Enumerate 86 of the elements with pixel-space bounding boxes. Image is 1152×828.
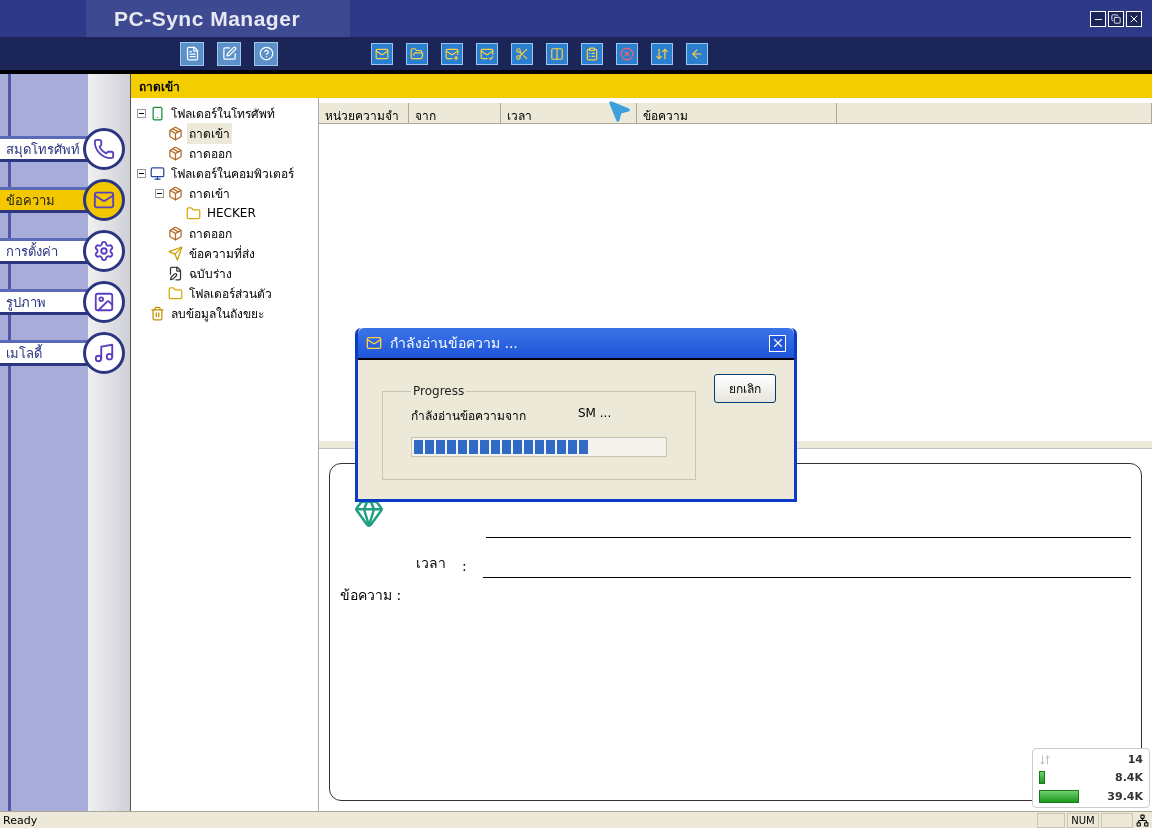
tree-item[interactable]: ข้อความที่ส่ง (187, 242, 257, 264)
tree-item[interactable]: โฟลเดอร์ในคอมพิวเตอร์ (169, 162, 296, 184)
expand-toggle[interactable] (137, 168, 146, 178)
restore-button[interactable] (1108, 11, 1124, 27)
close-icon (1128, 13, 1140, 25)
network-icon (1136, 813, 1149, 827)
progress-source: SM ... (578, 406, 612, 422)
nav-item[interactable]: สมุดโทรศัพท์ (0, 128, 125, 170)
arrows-icon (1039, 753, 1051, 766)
tree-item[interactable]: HECKER (205, 205, 258, 221)
mail-icon (366, 335, 382, 351)
folder-icon (168, 285, 183, 301)
field-separator: : (462, 558, 467, 576)
connection-count: 14 (1126, 753, 1143, 767)
cancel-button[interactable]: ยกเลิก (714, 374, 776, 403)
columns-button[interactable] (546, 42, 568, 65)
pointer-icon (606, 98, 632, 124)
clipboard-button[interactable] (581, 42, 603, 65)
melody-icon (93, 342, 115, 364)
edit-button[interactable] (217, 41, 241, 66)
nav-item[interactable]: รูปภาพ (0, 281, 125, 323)
tree-item[interactable]: ถาดเข้า (187, 182, 232, 204)
app-title: PC-Sync Manager (86, 0, 350, 37)
progress-status: กำลังอ่านข้อความจาก (411, 408, 526, 425)
clipboard-icon (585, 46, 599, 61)
back-button[interactable] (686, 42, 708, 65)
column-header[interactable]: จาก (409, 103, 501, 124)
settings-icon (93, 240, 115, 262)
upload-bar (1039, 771, 1045, 785)
status-text: Ready (2, 813, 38, 827)
expand-toggle[interactable] (137, 108, 146, 118)
message-label: ข้อความ : (340, 586, 403, 605)
mail-button[interactable] (371, 42, 393, 65)
phone-icon (150, 105, 165, 121)
trash-icon (150, 305, 165, 321)
column-header[interactable]: หน่วยความจำ (319, 103, 409, 124)
mail-icon (375, 46, 389, 61)
draft-icon (168, 265, 183, 281)
group-label: Progress (412, 384, 466, 398)
tree-item[interactable]: ถาดออก (187, 222, 234, 244)
folder-header: ถาดเข้า (131, 74, 1152, 98)
sent-icon (168, 245, 183, 261)
nav-item[interactable]: การตั้งค่า (0, 230, 125, 272)
edit-icon (221, 46, 237, 61)
mail-button[interactable] (476, 42, 498, 65)
mail-button[interactable] (441, 42, 463, 65)
folder-icon (410, 46, 424, 61)
expand-toggle[interactable] (155, 188, 164, 198)
folder-button[interactable] (406, 42, 428, 65)
tree-item[interactable]: ฉบับร่าง (187, 262, 234, 284)
arrows-icon (655, 46, 669, 61)
folder-icon (186, 205, 201, 221)
tree-item[interactable]: ถาดออก (187, 142, 234, 164)
num-lock-indicator: NUM (1067, 812, 1099, 828)
status-panel (1101, 812, 1133, 828)
status-panel (1037, 812, 1065, 828)
phonebook-icon (93, 138, 115, 160)
mail-icon (480, 46, 494, 61)
dialog-title: กำลังอ่านข้อความ ... (390, 334, 518, 353)
scissors-icon (515, 46, 529, 61)
arrows-button[interactable] (651, 42, 673, 65)
computer-icon (150, 165, 165, 181)
picture-icon (93, 291, 115, 313)
tree-item[interactable]: ลบข้อมูลในถังขยะ (169, 302, 266, 324)
close-icon (620, 46, 634, 61)
document-button[interactable] (180, 41, 204, 66)
help-icon (258, 46, 274, 61)
mail-icon (445, 46, 459, 61)
tree-item[interactable]: ถาดเข้า (187, 122, 232, 144)
upload-rate: 8.4K (1114, 771, 1143, 785)
scissors-button[interactable] (511, 42, 533, 65)
minimize-button[interactable] (1090, 11, 1106, 27)
back-icon (690, 46, 704, 61)
download-bar (1039, 789, 1079, 803)
document-icon (184, 46, 200, 61)
tree-item[interactable]: โฟลเดอร์ในโทรศัพท์ (169, 102, 277, 124)
columns-icon (550, 46, 564, 61)
column-header[interactable]: ข้อความ (637, 103, 837, 124)
close-button[interactable] (616, 42, 638, 65)
nav-item[interactable]: ข้อความ (0, 179, 125, 221)
nav-item[interactable]: เมโลดี้ (0, 332, 125, 374)
download-rate: 39.4K (1106, 789, 1143, 803)
restore-icon (1111, 14, 1121, 24)
help-button[interactable] (254, 41, 278, 66)
field-label: เวลา (416, 554, 446, 573)
tree-item[interactable]: โฟลเดอร์ส่วนตัว (187, 282, 274, 304)
